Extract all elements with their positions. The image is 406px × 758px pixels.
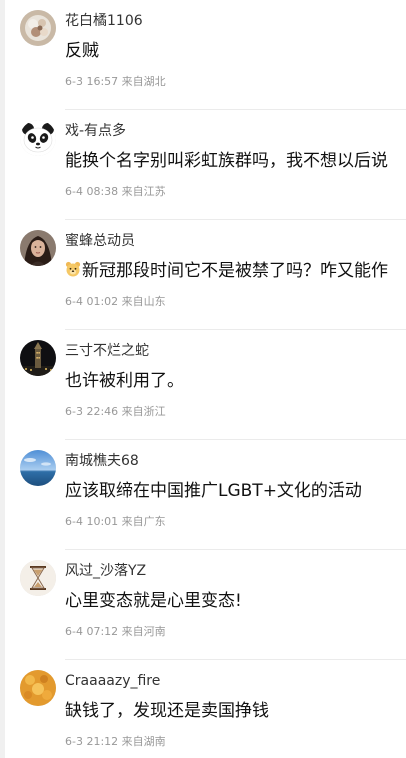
comment-text: 心里变态就是心里变态! (65, 591, 242, 611)
comment-username[interactable]: 风过_沙落YZ (65, 562, 146, 580)
comment-text: 缺钱了，发现还是卖国挣钱 (65, 701, 269, 721)
comment-text: 也许被利用了。 (65, 371, 184, 391)
comment-item: 南城樵夫68 应该取缔在中国推广LGBT+文化的活动 6-4 10:01 来自广… (0, 440, 406, 550)
comment-location: 来自湖南 (121, 735, 166, 748)
comment-username[interactable]: 三寸不烂之蛇 (65, 342, 149, 360)
hourglass-icon (20, 560, 56, 596)
comment-location: 来自河南 (121, 625, 166, 638)
comment-text: 能换个名字别叫彩虹族群吗，我不想以后说 (65, 151, 388, 171)
comment-date: 6-3 21:12 (65, 735, 119, 748)
comment-meta: 6-4 08:38 来自江苏 (65, 185, 166, 199)
comment-date: 6-3 22:46 (65, 405, 119, 418)
comment-date: 6-4 08:38 (65, 185, 119, 198)
comment-item: 花白橘1106 反贼 6-3 16:57 来自湖北 (0, 0, 406, 110)
flower-photo-icon (20, 10, 56, 46)
avatar[interactable] (20, 560, 56, 596)
comment-date: 6-4 10:01 (65, 515, 119, 528)
comment-location: 来自山东 (121, 295, 166, 308)
panda-icon (20, 120, 56, 156)
comment-username[interactable]: 蜜蜂总动员 (65, 232, 135, 250)
comment-username[interactable]: Craaaazy_fire (65, 672, 160, 690)
comment-item: Craaaazy_fire 缺钱了，发现还是卖国挣钱 6-3 21:12 来自湖… (0, 660, 406, 758)
comment-meta: 6-4 10:01 来自广东 (65, 515, 166, 529)
sea-sky-icon (20, 450, 56, 486)
comment-date: 6-3 16:57 (65, 75, 119, 88)
comment-item: 三寸不烂之蛇 也许被利用了。 6-3 22:46 来自浙江 (0, 330, 406, 440)
avatar[interactable] (20, 120, 56, 156)
comment-location: 来自广东 (121, 515, 166, 528)
bear-face-emoji-icon (65, 259, 81, 277)
comment-item: 戏-有点多 能换个名字别叫彩虹族群吗，我不想以后说 6-4 08:38 来自江苏 (0, 110, 406, 220)
comment-username[interactable]: 戏-有点多 (65, 122, 126, 140)
avatar[interactable] (20, 450, 56, 486)
comment-meta: 6-4 01:02 来自山东 (65, 295, 166, 309)
comment-meta: 6-3 22:46 来自浙江 (65, 405, 166, 419)
comment-meta: 6-3 16:57 来自湖北 (65, 75, 166, 89)
avatar[interactable] (20, 230, 56, 266)
comment-meta: 6-4 07:12 来自河南 (65, 625, 166, 639)
comment-date: 6-4 07:12 (65, 625, 119, 638)
comment-item: 风过_沙落YZ 心里变态就是心里变态! 6-4 07:12 来自河南 (0, 550, 406, 660)
comment-location: 来自湖北 (121, 75, 166, 88)
night-tower-icon (20, 340, 56, 376)
orange-food-icon (20, 670, 56, 706)
avatar[interactable] (20, 10, 56, 46)
comment-location: 来自浙江 (121, 405, 166, 418)
comment-text: 新冠那段时间它不是被禁了吗？咋又能作 (65, 258, 406, 284)
comment-list: 花白橘1106 反贼 6-3 16:57 来自湖北 戏-有点多 能换个名字别叫彩… (0, 0, 406, 758)
comment-text: 应该取缔在中国推广LGBT+文化的活动 (65, 481, 362, 501)
comment-text-body: 新冠那段时间它不是被禁了吗？咋又能作 (82, 261, 388, 281)
comment-username[interactable]: 花白橘1106 (65, 12, 143, 30)
comment-meta: 6-3 21:12 来自湖南 (65, 735, 166, 749)
woman-portrait-icon (20, 230, 56, 266)
comment-username[interactable]: 南城樵夫68 (65, 452, 139, 470)
comment-text: 反贼 (65, 41, 99, 61)
comment-item: 蜜蜂总动员 新冠那段时间它不是被禁了吗？咋又能作 6-4 01:02 来自山东 (0, 220, 406, 330)
avatar[interactable] (20, 670, 56, 706)
comment-location: 来自江苏 (121, 185, 166, 198)
avatar[interactable] (20, 340, 56, 376)
comment-date: 6-4 01:02 (65, 295, 119, 308)
